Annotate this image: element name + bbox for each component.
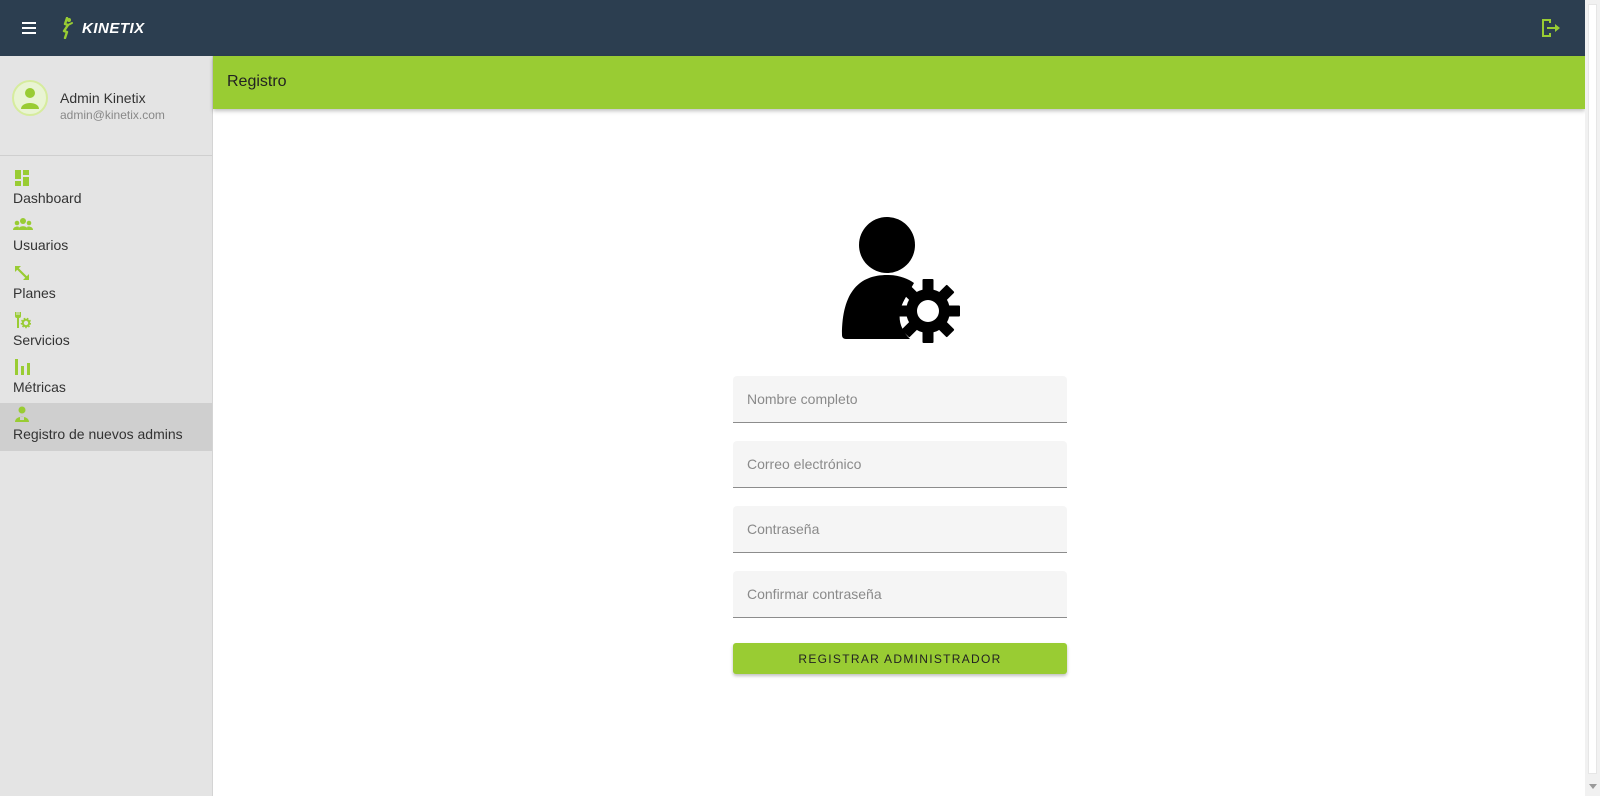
user-avatar-icon bbox=[12, 80, 48, 116]
sidebar-nav: Dashboard Usuarios Planes Servicios Métr… bbox=[0, 167, 212, 451]
page-title: Registro bbox=[227, 73, 287, 90]
sidebar-item-registro-admins[interactable]: Registro de nuevos admins bbox=[0, 403, 212, 451]
confirm-password-field[interactable] bbox=[733, 571, 1067, 618]
confirm-password-input[interactable] bbox=[733, 571, 1067, 617]
sidebar-item-dashboard[interactable]: Dashboard bbox=[0, 167, 212, 214]
password-field[interactable] bbox=[733, 506, 1067, 553]
hamburger-menu-icon[interactable] bbox=[18, 17, 40, 39]
scrollbar-thumb[interactable] bbox=[1588, 4, 1597, 774]
register-admin-button[interactable]: REGISTRAR ADMINISTRADOR bbox=[733, 643, 1067, 674]
scroll-down-arrow-icon[interactable] bbox=[1589, 784, 1597, 789]
sidebar: Admin Kinetix admin@kinetix.com Dashboar… bbox=[0, 56, 213, 796]
bar-chart-icon bbox=[15, 359, 30, 376]
sidebar-item-planes[interactable]: Planes bbox=[0, 262, 212, 309]
sidebar-item-label: Planes bbox=[13, 284, 56, 301]
user-gear-icon bbox=[842, 217, 960, 343]
brand-name: KINETIX bbox=[82, 19, 145, 37]
user-profile: Admin Kinetix admin@kinetix.com bbox=[0, 56, 212, 156]
wrench-gear-icon bbox=[15, 311, 31, 329]
profile-name: Admin Kinetix bbox=[60, 90, 146, 106]
group-icon bbox=[13, 218, 33, 231]
profile-email: admin@kinetix.com bbox=[60, 108, 165, 122]
full-name-field[interactable] bbox=[733, 376, 1067, 423]
admin-user-icon bbox=[15, 406, 29, 423]
page-header: Registro bbox=[213, 56, 1585, 109]
sidebar-item-label: Usuarios bbox=[13, 237, 69, 254]
email-field[interactable] bbox=[733, 441, 1067, 488]
logout-icon[interactable] bbox=[1538, 16, 1562, 40]
sidebar-item-label: Métricas bbox=[13, 379, 66, 396]
sidebar-item-label: Servicios bbox=[13, 331, 70, 348]
sidebar-item-label: Dashboard bbox=[13, 190, 82, 206]
sidebar-item-servicios[interactable]: Servicios bbox=[0, 309, 212, 356]
email-input[interactable] bbox=[733, 441, 1067, 487]
full-name-input[interactable] bbox=[733, 376, 1067, 422]
dashboard-icon bbox=[15, 170, 29, 186]
sidebar-item-label: Registro de nuevos admins bbox=[13, 426, 183, 443]
brand-logo: KINETIX bbox=[60, 14, 145, 42]
sidebar-item-usuarios[interactable]: Usuarios bbox=[0, 214, 212, 261]
password-input[interactable] bbox=[733, 506, 1067, 552]
runner-logo-icon bbox=[62, 17, 73, 39]
sidebar-item-metricas[interactable]: Métricas bbox=[0, 356, 212, 403]
expand-arrows-icon bbox=[15, 265, 29, 280]
top-app-bar: KINETIX bbox=[0, 0, 1585, 56]
